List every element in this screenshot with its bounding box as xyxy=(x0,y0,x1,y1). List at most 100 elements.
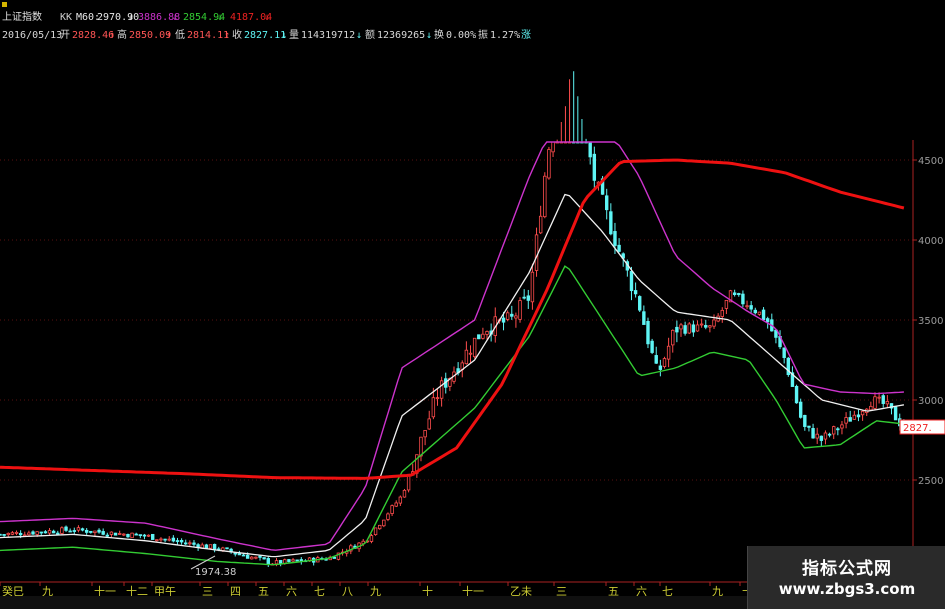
candle-body xyxy=(332,556,337,559)
candle-body xyxy=(518,300,522,320)
candle-body xyxy=(274,560,279,565)
candle-body xyxy=(658,365,663,370)
candle-body xyxy=(93,530,97,533)
candle-body xyxy=(390,505,394,514)
candle-body xyxy=(2,534,6,536)
candle-body xyxy=(807,425,811,428)
last-price-text: 2827. xyxy=(903,423,932,434)
candle-body xyxy=(613,231,617,246)
candle-body xyxy=(468,352,473,355)
candle-body xyxy=(0,533,2,536)
open-arrow: ↑ xyxy=(109,30,115,41)
candle-body xyxy=(386,513,390,520)
candle-body xyxy=(646,321,650,345)
candle-body xyxy=(134,533,138,536)
candle-body xyxy=(122,533,126,536)
candle-body xyxy=(732,292,737,295)
x-tick-label: 十一 xyxy=(94,584,116,598)
candle-body xyxy=(745,305,749,308)
candle-body xyxy=(547,149,551,179)
candle-body xyxy=(212,543,217,551)
candle-body xyxy=(167,538,171,541)
candle-body xyxy=(439,380,444,399)
candle-body xyxy=(10,532,15,535)
change-label: 涨 xyxy=(521,29,531,41)
watermark-url: www.zbgs3.com xyxy=(778,580,916,598)
candle-body xyxy=(844,417,848,424)
candle-body xyxy=(258,555,262,558)
candle-body xyxy=(852,414,857,420)
candle-body xyxy=(877,396,881,399)
y-tick-label: 4000 xyxy=(918,236,943,247)
amount-arrow: ↓ xyxy=(426,30,432,41)
last-price-tag: 2827. xyxy=(899,419,945,435)
candle-body xyxy=(175,540,180,542)
candle-body xyxy=(514,315,518,319)
index-title: 上证指数 xyxy=(2,10,42,23)
candle-body xyxy=(423,429,427,438)
candle-body xyxy=(530,271,535,303)
candle-body xyxy=(35,531,39,535)
candle-body xyxy=(51,530,56,534)
candle-body xyxy=(378,524,382,530)
candle-body xyxy=(266,558,270,565)
x-tick-label: 十一 xyxy=(462,584,484,598)
candle-body xyxy=(526,295,530,301)
candle-body xyxy=(64,526,68,531)
candle-body xyxy=(89,530,93,533)
stock-chart: 上证指数 KK M60: 2970.90 ↓ 3886.88 ↓ 2854.94… xyxy=(0,0,945,609)
candle-body xyxy=(43,531,48,534)
candle-body xyxy=(225,547,229,550)
close-value: 2827.11 xyxy=(244,30,286,41)
amount-value: 12369265 xyxy=(377,30,425,41)
candle-body xyxy=(505,312,510,320)
candle-body xyxy=(666,345,671,360)
candle-body xyxy=(708,325,712,328)
header-row-2: 2016/05/13 开 2828.46 ↑ 高 2850.09 ↑ 低 281… xyxy=(2,28,531,41)
candle-body xyxy=(23,534,27,537)
candle-body xyxy=(720,309,724,317)
candle-body xyxy=(146,534,151,537)
candle-body xyxy=(171,537,176,542)
candle-body xyxy=(510,313,514,317)
candle-body xyxy=(27,532,31,536)
candle-body xyxy=(402,489,407,498)
open-value: 2828.46 xyxy=(72,30,114,41)
candle-body xyxy=(184,542,188,545)
candle-body xyxy=(464,349,469,365)
candle-body xyxy=(472,337,477,358)
candle-body xyxy=(192,542,196,545)
candle-body xyxy=(233,552,237,555)
candle-body xyxy=(485,331,489,335)
candle-body xyxy=(501,317,506,323)
candle-body xyxy=(31,531,35,535)
candle-body xyxy=(592,153,597,181)
candle-body xyxy=(695,324,700,332)
candle-body xyxy=(642,311,646,325)
open-label: 开 xyxy=(60,30,70,41)
candle-body xyxy=(60,527,64,534)
candle-body xyxy=(840,424,844,429)
candle-body xyxy=(737,293,741,296)
menu-icon[interactable] xyxy=(2,2,7,7)
candle-body xyxy=(609,211,613,235)
candle-body xyxy=(638,296,642,311)
candle-body xyxy=(18,532,23,536)
amount-label: 额 xyxy=(365,28,375,41)
candle-body xyxy=(782,347,786,358)
candle-body xyxy=(188,542,192,545)
y-tick-label: 3500 xyxy=(918,316,943,327)
candle-body xyxy=(406,474,411,491)
watermark-box: 指标公式网 www.zbgs3.com xyxy=(747,546,945,609)
y-axis-ticks: 4500 4000 3500 3000 2500 xyxy=(913,156,943,487)
candle-body xyxy=(538,215,543,234)
candle-body xyxy=(113,532,118,536)
y-tick-label: 2500 xyxy=(918,476,943,487)
y-tick-label: 4500 xyxy=(918,156,943,167)
ma60-line xyxy=(0,193,905,558)
candle-body xyxy=(617,244,621,252)
candle-body xyxy=(159,538,163,541)
candle-body xyxy=(605,195,609,211)
candle-body xyxy=(534,234,539,271)
low-value: 2814.11 xyxy=(187,30,229,41)
